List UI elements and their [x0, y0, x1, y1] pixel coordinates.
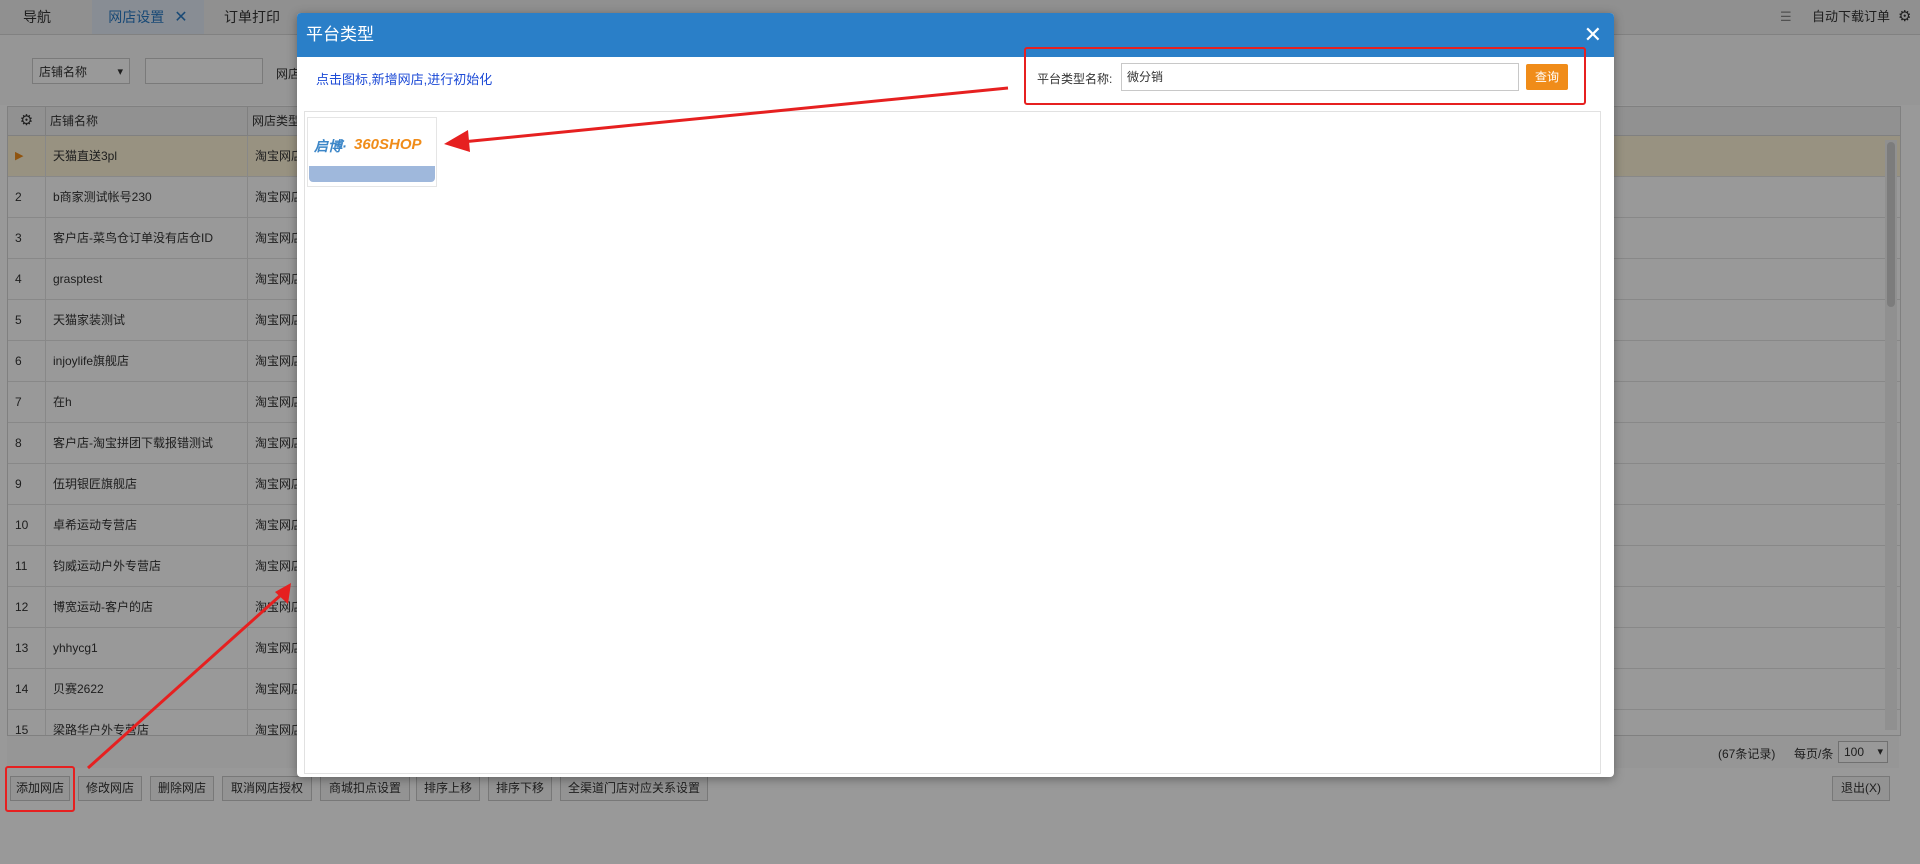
platform-list-panel [304, 111, 1601, 774]
platform-logo-text: 360SHOP [354, 136, 422, 153]
annotation-box-add-shop [5, 766, 75, 812]
platform-logo-bar [309, 166, 435, 182]
platform-type-dialog: 平台类型 ✕ 点击图标,新增网店,进行初始化 平台类型名称: 微分销 查询 启博… [297, 13, 1614, 777]
annotation-box-query [1024, 47, 1586, 105]
dialog-title: 平台类型 [306, 25, 374, 44]
platform-logo-text: 启博· [314, 138, 347, 154]
dialog-hint: 点击图标,新增网店,进行初始化 [316, 72, 493, 87]
platform-tile-qibo-360shop[interactable]: 启博· 360SHOP [307, 117, 437, 187]
close-icon[interactable]: ✕ [1584, 13, 1602, 57]
